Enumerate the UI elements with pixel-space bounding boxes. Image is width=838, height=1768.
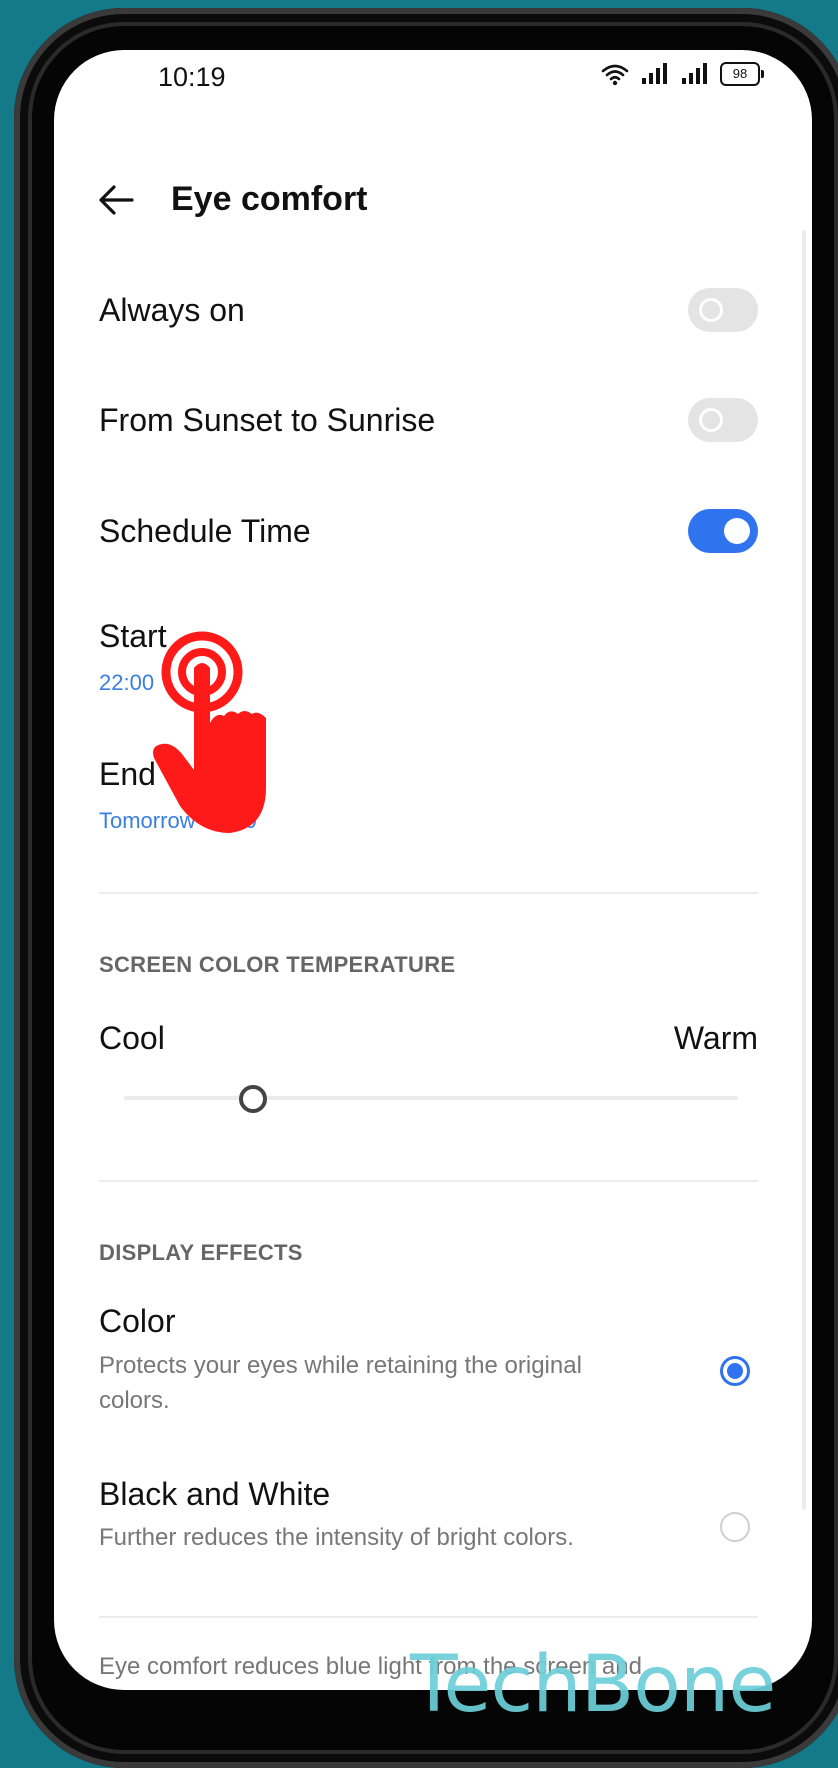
signal-icon: [682, 63, 707, 84]
option-color-desc: Protects your eyes while retaining the o…: [99, 1352, 582, 1414]
phone-screen: 10:19 98 Eye comfort Always on From Suns…: [54, 50, 812, 1690]
slider-thumb[interactable]: [238, 1085, 267, 1113]
wifi-icon: [601, 64, 629, 86]
app-header: Eye comfort: [54, 160, 812, 240]
warm-label: Warm: [673, 1020, 758, 1056]
status-bar: 10:19 98: [54, 50, 812, 130]
signal-icon: [642, 63, 667, 84]
cool-label: Cool: [99, 1020, 165, 1056]
back-button[interactable]: [94, 178, 138, 222]
color-temperature-header: SCREEN COLOR TEMPERATURE: [99, 952, 456, 977]
option-color-title: Color: [99, 1303, 176, 1339]
schedule-time-label: Schedule Time: [99, 513, 311, 549]
color-temperature-slider[interactable]: [124, 1085, 738, 1113]
battery-icon: 98: [720, 62, 764, 86]
option-black-white-desc: Further reduces the intensity of bright …: [99, 1524, 574, 1551]
option-black-white-title: Black and White: [99, 1476, 331, 1512]
always-on-toggle[interactable]: [688, 288, 758, 332]
end-label: End: [99, 756, 156, 792]
footer-note: Eye comfort reduces blue light from the …: [99, 1653, 642, 1690]
sunset-sunrise-toggle[interactable]: [688, 398, 758, 442]
scrollbar[interactable]: [802, 230, 806, 1510]
end-value: Tomorrow 07:00: [99, 808, 257, 833]
status-icons: 98: [600, 62, 764, 86]
schedule-time-toggle[interactable]: [688, 509, 758, 553]
back-arrow-icon: [99, 185, 134, 215]
divider: [99, 1180, 758, 1182]
display-effects-header: DISPLAY EFFECTS: [99, 1240, 303, 1265]
sunset-sunrise-label: From Sunset to Sunrise: [99, 402, 436, 438]
option-color-radio[interactable]: [720, 1356, 750, 1386]
divider: [99, 1616, 758, 1618]
option-black-white-radio[interactable]: [720, 1512, 750, 1542]
page-title: Eye comfort: [171, 180, 368, 218]
always-on-label: Always on: [99, 292, 245, 328]
divider: [99, 892, 758, 894]
status-time: 10:19: [158, 62, 226, 92]
start-label: Start: [99, 618, 167, 654]
start-value: 22:00: [99, 670, 155, 695]
